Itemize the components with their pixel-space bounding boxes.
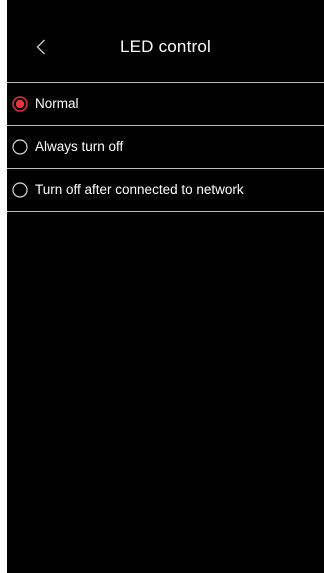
option-normal[interactable]: Normal <box>7 83 324 125</box>
radio-button[interactable] <box>12 182 28 198</box>
page-title: LED control <box>119 37 212 56</box>
radio-button-selected[interactable] <box>12 96 28 112</box>
led-control-screen: LED control Normal Always turn off Turn … <box>7 0 324 573</box>
option-label: Normal <box>35 96 79 111</box>
option-always-turn-off[interactable]: Always turn off <box>7 126 324 168</box>
option-turn-off-after-network[interactable]: Turn off after connected to network <box>7 169 324 211</box>
radio-button[interactable] <box>12 139 28 155</box>
divider <box>7 211 324 212</box>
header: LED control <box>7 0 324 82</box>
option-label: Turn off after connected to network <box>35 182 244 197</box>
option-label: Always turn off <box>35 139 124 154</box>
